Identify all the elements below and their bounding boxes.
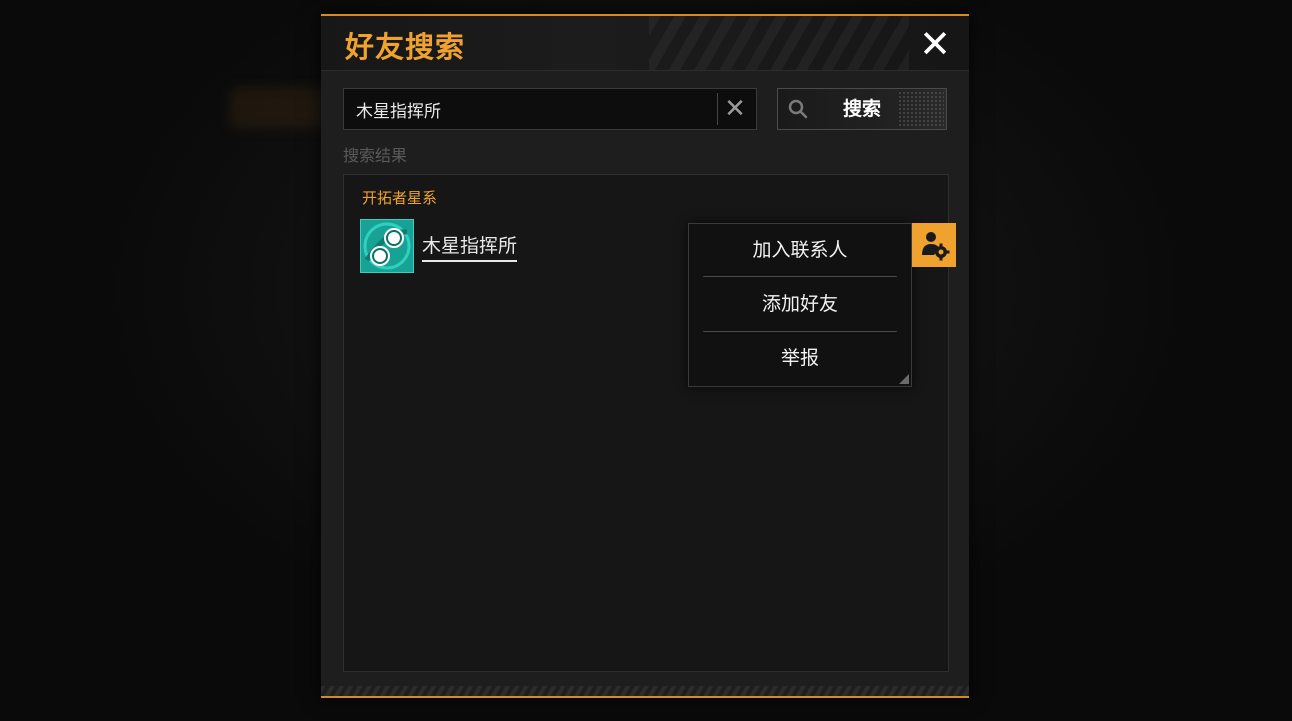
dialog-header: 好友搜索 ✕ xyxy=(321,16,969,71)
results-label: 搜索结果 xyxy=(343,146,408,165)
background-blur-element xyxy=(230,88,330,128)
search-field-divider xyxy=(717,93,718,125)
search-input[interactable] xyxy=(344,89,704,129)
user-gear-icon xyxy=(922,232,950,261)
search-field[interactable]: ✕ xyxy=(343,88,757,130)
clear-icon: ✕ xyxy=(724,94,746,124)
context-menu: 加入联系人 添加好友 举报 xyxy=(688,223,912,387)
results-panel: 开拓者星系 木星指挥所 加入联系人 添加好友 举报 xyxy=(343,174,956,672)
menu-item-add-friend[interactable]: 添加好友 xyxy=(703,278,897,330)
menu-corner-decoration xyxy=(899,374,909,384)
dialog-footer-decoration xyxy=(321,686,969,696)
planet-avatar-icon xyxy=(360,219,414,273)
group-name: 开拓者星系 xyxy=(362,189,438,207)
header-stripe-decoration xyxy=(649,16,909,70)
player-actions-button[interactable] xyxy=(912,223,956,267)
result-name[interactable]: 木星指挥所 xyxy=(422,231,518,262)
menu-item-report[interactable]: 举报 xyxy=(703,332,897,384)
search-button[interactable]: 搜索 xyxy=(777,88,947,130)
close-icon: ✕ xyxy=(919,22,951,66)
menu-item-add-contact[interactable]: 加入联系人 xyxy=(703,224,897,276)
close-button[interactable]: ✕ xyxy=(915,24,955,64)
dialog-title: 好友搜索 xyxy=(345,30,466,64)
friend-search-dialog: 好友搜索 ✕ ✕ 搜索 搜索结果 开拓者星系 xyxy=(321,14,969,698)
search-button-label: 搜索 xyxy=(842,98,881,120)
result-item[interactable]: 木星指挥所 xyxy=(358,217,658,273)
menu-divider xyxy=(703,276,897,277)
clear-search-button[interactable]: ✕ xyxy=(720,94,750,124)
